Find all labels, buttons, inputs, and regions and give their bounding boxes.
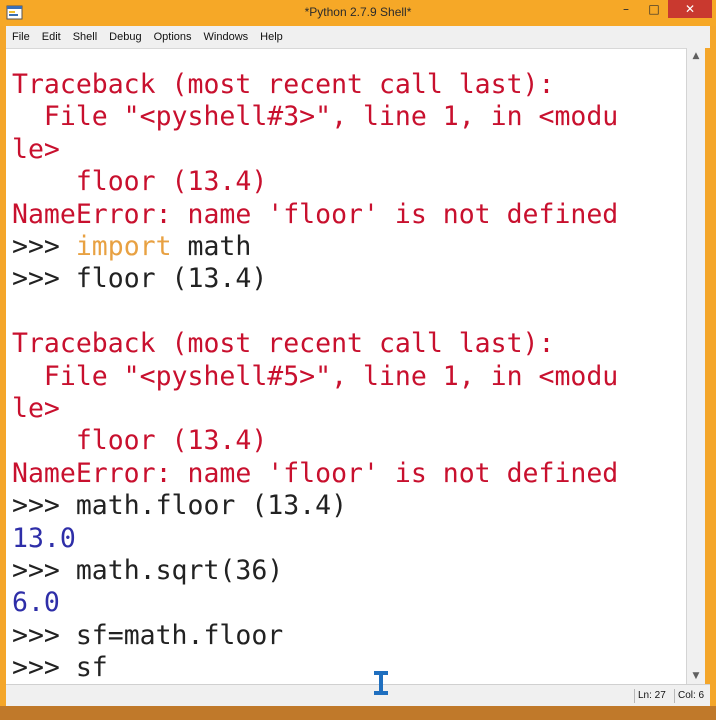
taskbar-strip bbox=[0, 706, 716, 720]
error-line: floor (13.4) bbox=[12, 166, 268, 198]
shell-prompt: >>> bbox=[12, 555, 76, 586]
shell-prompt: >>> bbox=[12, 490, 76, 522]
text-cursor-icon bbox=[374, 671, 388, 695]
keyword-token: import bbox=[75, 231, 172, 262]
error-line: le> bbox=[12, 393, 60, 424]
shell-prompt: >>> bbox=[12, 263, 76, 295]
menu-windows[interactable]: Windows bbox=[204, 31, 249, 43]
menu-options[interactable]: Options bbox=[154, 31, 192, 43]
code-text: sf=math.floor bbox=[75, 619, 284, 651]
window-controls: – □ ✕ bbox=[612, 0, 712, 20]
vertical-scrollbar[interactable]: ▲ ▼ bbox=[686, 48, 705, 684]
input-line: >>> math.sqrt(36) bbox=[12, 555, 283, 587]
input-line: >>> import math bbox=[12, 231, 251, 263]
code-text: math bbox=[171, 231, 252, 262]
error-line: floor (13.4) bbox=[12, 425, 268, 457]
title-bar[interactable]: *Python 2.7.9 Shell* – □ ✕ bbox=[0, 0, 716, 26]
output-line: 13.0 bbox=[12, 522, 76, 554]
error-line: NameError: name 'floor' is not defined bbox=[12, 198, 619, 230]
code-text: math.sqrt(36) bbox=[75, 555, 284, 586]
menu-debug[interactable]: Debug bbox=[109, 31, 141, 43]
error-line: File "<pyshell#3>", line 1, in <modu bbox=[12, 101, 619, 133]
window-title: *Python 2.7.9 Shell* bbox=[304, 5, 412, 19]
minimize-button[interactable]: – bbox=[612, 0, 640, 18]
shell-prompt: >>> bbox=[12, 619, 76, 651]
input-line: >>> sf=math.floor bbox=[12, 620, 283, 652]
line-number-status: Ln: 27 bbox=[634, 689, 666, 703]
maximize-button[interactable]: □ bbox=[640, 0, 668, 18]
error-line: NameError: name 'floor' is not defined bbox=[12, 457, 619, 489]
status-bar: Ln: 27 Col: 6 bbox=[6, 684, 710, 707]
menu-help[interactable]: Help bbox=[260, 31, 283, 43]
shell-text-area[interactable]: Traceback (most recent call last): File … bbox=[6, 48, 686, 685]
input-line: >>> math.floor (13.4) bbox=[12, 490, 347, 522]
menu-shell[interactable]: Shell bbox=[73, 31, 97, 43]
error-line: File "<pyshell#5>", line 1, in <modu bbox=[12, 360, 619, 392]
shell-prompt: >>> bbox=[12, 652, 76, 684]
error-line: Traceback (most recent call last): bbox=[12, 328, 555, 360]
menu-edit[interactable]: Edit bbox=[42, 31, 61, 43]
scroll-up-arrow-icon[interactable]: ▲ bbox=[687, 48, 705, 64]
scroll-down-arrow-icon[interactable]: ▼ bbox=[687, 668, 705, 684]
menu-file[interactable]: File bbox=[12, 31, 30, 43]
code-text: sf bbox=[75, 652, 108, 684]
idle-shell-window: *Python 2.7.9 Shell* – □ ✕ File Edit She… bbox=[0, 0, 716, 720]
error-line: le> bbox=[12, 133, 60, 165]
menu-bar: File Edit Shell Debug Options Windows He… bbox=[6, 26, 710, 48]
column-number-status: Col: 6 bbox=[674, 689, 704, 703]
code-text: math.floor (13.4) bbox=[75, 490, 348, 522]
input-line: >>> floor (13.4) bbox=[12, 263, 267, 295]
input-line: >>> sf bbox=[12, 652, 108, 684]
output-line: 6.0 bbox=[12, 587, 60, 619]
code-text: floor (13.4) bbox=[75, 263, 268, 295]
error-line: Traceback (most recent call last): bbox=[12, 69, 555, 100]
close-button[interactable]: ✕ bbox=[668, 0, 712, 18]
shell-prompt: >>> bbox=[12, 231, 76, 262]
